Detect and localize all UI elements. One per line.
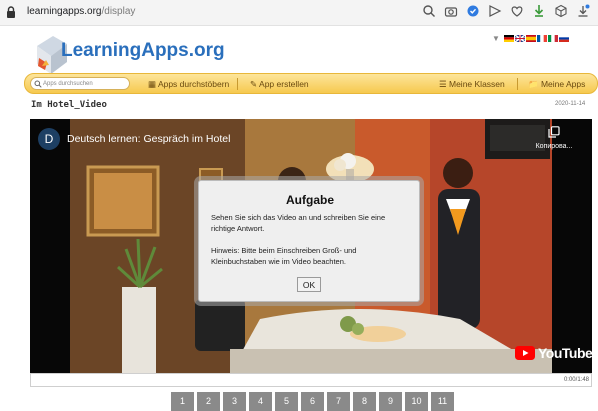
nav-create-app[interactable]: ✎ App erstellen [250, 79, 309, 90]
list-icon: ☰ [439, 79, 447, 89]
page-button-2[interactable]: 2 [197, 392, 220, 411]
browser-toolbar-icons [422, 4, 590, 18]
search-icon[interactable] [422, 4, 436, 18]
nav-apps-label: Meine Apps [540, 79, 586, 89]
dialog-instruction: Sehen Sie sich das Video an und schreibe… [211, 213, 386, 233]
page-button-5[interactable]: 5 [275, 392, 298, 411]
nav-create-label: App erstellen [259, 79, 309, 89]
nav-my-classes[interactable]: ☰ Meine Klassen [439, 79, 505, 90]
camera-icon[interactable] [444, 4, 458, 18]
download-manager-icon[interactable] [532, 4, 546, 18]
search-icon [34, 80, 42, 88]
nav-browse-apps[interactable]: ▦ Apps durchstöbern [148, 79, 229, 90]
youtube-text: YouTube [538, 345, 592, 361]
nav-browse-label: Apps durchstöbern [157, 79, 230, 89]
extension-cube-icon[interactable] [554, 4, 568, 18]
flag-es-icon[interactable] [525, 35, 536, 42]
page-root: learningapps.org/display LearningApps.or… [0, 0, 598, 411]
video-title[interactable]: Deutsch lernen: Gespräch im Hotel [67, 133, 230, 145]
page-button-6[interactable]: 6 [301, 392, 324, 411]
page-button-4[interactable]: 4 [249, 392, 272, 411]
shield-icon[interactable] [466, 4, 480, 18]
url-text[interactable]: learningapps.org/display [27, 6, 135, 17]
flag-fr-icon[interactable] [536, 35, 547, 42]
nav-separator [237, 78, 238, 90]
language-flags: ▼ [492, 34, 569, 43]
logo-text: LearningApps.org [61, 40, 225, 61]
youtube-play-icon [515, 346, 535, 360]
dialog-title: Aufgabe [286, 193, 334, 207]
flag-ru-icon[interactable] [558, 35, 569, 42]
url-path: /display [101, 6, 136, 17]
task-dialog: Aufgabe Sehen Sie sich das Video an und … [198, 180, 420, 302]
main-nav-bar: Apps durchsuchen ▦ Apps durchstöbern ✎ A… [24, 73, 598, 94]
page-button-9[interactable]: 9 [379, 392, 402, 411]
nav-my-apps[interactable]: 📁 Meine Apps [528, 79, 585, 90]
browser-address-bar: learningapps.org/display [0, 0, 598, 26]
video-progress-bar[interactable]: 0:00/1:48 [30, 373, 592, 387]
copy-label: Копирова... [535, 143, 573, 150]
ok-button[interactable]: OK [297, 277, 321, 292]
channel-avatar[interactable]: D [38, 128, 60, 150]
search-input[interactable]: Apps durchsuchen [30, 77, 130, 90]
download-icon[interactable] [576, 4, 590, 18]
learningapps-logo[interactable]: LearningApps.org [33, 26, 233, 76]
copy-icon [548, 126, 560, 138]
pagination: 1 2 3 4 5 6 7 8 9 10 11 [171, 392, 454, 411]
flag-it-icon[interactable] [547, 35, 558, 42]
search-placeholder: Apps durchsuchen [43, 81, 93, 87]
send-icon[interactable] [488, 4, 502, 18]
copy-link-button[interactable]: Копирова... [530, 126, 578, 150]
youtube-logo[interactable]: YouTube [515, 345, 592, 361]
dialog-hint: Hinweis: Bitte beim Einschreiben Groß- u… [211, 246, 357, 266]
grid-icon: ▦ [148, 79, 157, 89]
url-host: learningapps.org [27, 6, 102, 17]
folder-icon: 📁 [528, 79, 539, 89]
page-button-1[interactable]: 1 [171, 392, 194, 411]
lock-icon [7, 6, 15, 18]
language-caret-icon[interactable]: ▼ [492, 34, 500, 43]
heart-icon[interactable] [510, 4, 524, 18]
page-button-11[interactable]: 11 [431, 392, 454, 411]
nav-classes-label: Meine Klassen [449, 79, 505, 89]
flag-gb-icon[interactable] [514, 35, 525, 42]
app-title: Im Hotel_Video [31, 100, 107, 110]
video-time: 0:00/1:48 [563, 377, 589, 383]
page-button-3[interactable]: 3 [223, 392, 246, 411]
page-button-10[interactable]: 10 [405, 392, 428, 411]
page-button-8[interactable]: 8 [353, 392, 376, 411]
nav-separator [517, 78, 518, 90]
app-date: 2020-11-14 [555, 101, 586, 107]
pencil-icon: ✎ [250, 79, 258, 89]
flag-de-icon[interactable] [503, 35, 514, 42]
page-button-7[interactable]: 7 [327, 392, 350, 411]
